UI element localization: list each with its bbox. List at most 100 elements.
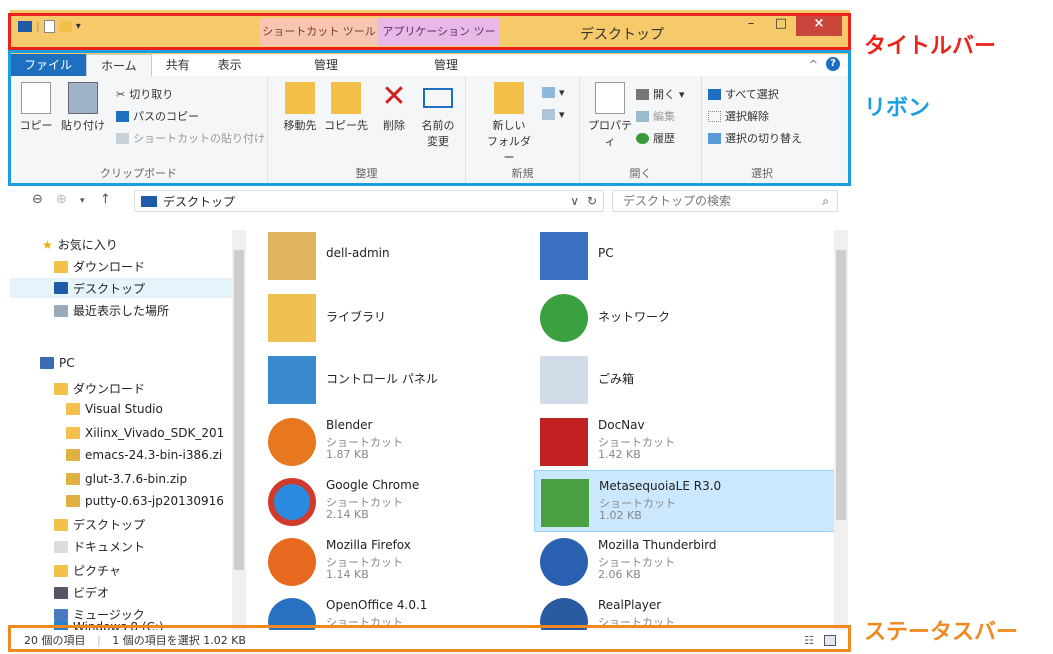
file-item-selected[interactable]: MetasequoiaLE R3.0 ショートカット 1.02 KB	[534, 470, 840, 532]
nav-desktop[interactable]: デスクトップ	[10, 278, 232, 298]
nav-label: ビデオ	[73, 586, 110, 600]
paste-shortcut-button[interactable]: ショートカットの貼り付け	[116, 130, 265, 146]
file-item[interactable]: ライブラリ	[250, 286, 520, 348]
tab-file[interactable]: ファイル	[10, 54, 87, 76]
open-icon	[636, 88, 649, 100]
large-icons-view-icon[interactable]	[824, 635, 836, 646]
close-button[interactable]: ×	[796, 14, 842, 36]
nav-label: emacs-24.3-bin-i386.zi	[85, 448, 223, 462]
file-item[interactable]: Google Chrome ショートカット 2.14 KB	[250, 470, 520, 532]
file-list: dell-admin PC ライブラリ ネットワーク コントロール パネル ごみ…	[250, 216, 850, 630]
pictures-icon	[54, 564, 68, 577]
maximize-button[interactable]: □	[766, 14, 796, 36]
new-folder-label-2: フォルダー	[487, 135, 531, 164]
invert-selection-label: 選択の切り替え	[725, 132, 802, 145]
nav-pictures[interactable]: ピクチャ	[54, 562, 121, 579]
file-item[interactable]: RealPlayer ショートカット	[522, 590, 792, 630]
file-item[interactable]: PC	[522, 224, 792, 286]
copy-path-button[interactable]: パスのコピー	[116, 108, 199, 124]
invert-selection-button[interactable]: 選択の切り替え	[708, 130, 802, 146]
expand-ribbon-icon[interactable]: ^	[809, 58, 818, 71]
file-item[interactable]: DocNav ショートカット 1.42 KB	[522, 410, 792, 472]
delete-button[interactable]: ✕ 削除	[376, 82, 412, 133]
details-view-icon[interactable]: ☷	[804, 630, 814, 652]
group-label-select: 選択	[751, 167, 773, 180]
window-icon[interactable]	[18, 21, 32, 32]
file-item[interactable]: ネットワーク	[522, 286, 792, 348]
file-item[interactable]: Mozilla Firefox ショートカット 1.14 KB	[250, 530, 520, 592]
item-name: コントロール パネル	[326, 372, 438, 386]
address-dropdown-icon[interactable]: ∨	[570, 194, 579, 208]
rename-button[interactable]: 名前の 変更	[416, 82, 460, 149]
file-item[interactable]: ごみ箱	[522, 348, 792, 410]
nav-favorites[interactable]: ★ お気に入り	[42, 236, 118, 253]
refresh-icon[interactable]: ↻	[587, 194, 597, 208]
docnav-icon	[540, 418, 588, 466]
customize-qat-icon[interactable]: ▾	[76, 21, 81, 32]
search-icon[interactable]: ⌕	[822, 191, 829, 211]
new-item-button[interactable]: ▾	[542, 86, 565, 99]
new-folder-icon[interactable]	[58, 21, 72, 32]
nav-scrollbar[interactable]	[232, 230, 246, 630]
nav-downloads[interactable]: ダウンロード	[54, 258, 145, 275]
history-icon	[636, 132, 649, 144]
nav-putty[interactable]: putty-0.63-jp20130916	[66, 494, 230, 508]
nav-recent-places[interactable]: 最近表示した場所	[54, 302, 169, 319]
content-scrollbar-thumb[interactable]	[836, 250, 846, 520]
file-item[interactable]: コントロール パネル	[250, 348, 520, 410]
content-scrollbar[interactable]	[834, 230, 848, 630]
back-icon[interactable]: ⊖	[32, 192, 43, 207]
address-box[interactable]: デスクトップ ∨ ↻	[134, 190, 604, 212]
recent-dropdown-icon[interactable]: ▾	[80, 196, 85, 206]
tab-share[interactable]: 共有	[152, 54, 204, 76]
tab-manage-shortcut[interactable]: 管理	[300, 54, 352, 76]
item-count: 20 個の項目	[24, 634, 86, 647]
nav-pc[interactable]: PC	[40, 356, 75, 370]
edit-button[interactable]: 編集	[636, 108, 675, 124]
search-input[interactable]: デスクトップの検索 ⌕	[612, 190, 838, 212]
history-button[interactable]: 履歴	[636, 130, 675, 146]
nav-pc-downloads[interactable]: ダウンロード	[54, 380, 145, 397]
up-arrow-icon[interactable]: ↑	[100, 192, 111, 207]
file-item[interactable]: Blender ショートカット 1.87 KB	[250, 410, 520, 472]
select-all-button[interactable]: すべて選択	[708, 86, 779, 102]
easy-access-button[interactable]: ▾	[542, 108, 565, 121]
tab-view[interactable]: 表示	[204, 54, 256, 76]
nav-pc-desktop[interactable]: デスクトップ	[54, 516, 145, 533]
zip-folder-icon	[66, 495, 80, 507]
move-label: 移動先	[283, 119, 317, 132]
nav-label: 最近表示した場所	[73, 304, 170, 318]
tab-home[interactable]: ホーム	[86, 54, 152, 76]
tab-manage-application[interactable]: 管理	[420, 54, 472, 76]
open-button[interactable]: 開く ▾	[636, 86, 685, 102]
file-item[interactable]: OpenOffice 4.0.1 ショートカット	[250, 590, 520, 630]
context-tab-shortcut-tools: ショートカット ツール	[260, 18, 378, 46]
paste-button[interactable]: 貼り付け	[60, 82, 106, 133]
cut-button[interactable]: ✂ 切り取り	[116, 86, 173, 102]
properties-icon[interactable]	[43, 20, 55, 33]
select-none-button[interactable]: 選択解除	[708, 108, 769, 124]
titlebar-annotation: タイトルバー	[864, 34, 997, 59]
file-item[interactable]: dell-admin	[250, 224, 520, 286]
file-item[interactable]: Mozilla Thunderbird ショートカット 2.06 KB	[522, 530, 792, 592]
nav-emacs-zip[interactable]: emacs-24.3-bin-i386.zi	[66, 448, 230, 462]
group-organize: 移動先 コピー先 ✕ 削除 名前の 変更 整理	[268, 76, 466, 184]
nav-visual-studio[interactable]: Visual Studio	[66, 402, 163, 416]
nav-xilinx[interactable]: Xilinx_Vivado_SDK_201	[66, 426, 230, 440]
copy-to-button[interactable]: コピー先	[324, 82, 368, 133]
nav-glut-zip[interactable]: glut-3.7.6-bin.zip	[66, 472, 187, 486]
properties-button[interactable]: プロパティ	[586, 82, 634, 149]
move-to-button[interactable]: 移動先	[280, 82, 320, 133]
forward-icon[interactable]: ⊕	[56, 192, 67, 207]
nav-videos[interactable]: ビデオ	[54, 584, 109, 601]
new-folder-icon	[494, 82, 524, 114]
help-icon[interactable]: ?	[826, 57, 840, 71]
nav-scrollbar-thumb[interactable]	[234, 250, 244, 570]
new-folder-button[interactable]: 新しい フォルダー	[484, 82, 534, 165]
ribbon-annotation: リボン	[864, 96, 931, 121]
minimize-button[interactable]: –	[736, 14, 766, 36]
copy-button[interactable]: コピー	[18, 82, 54, 133]
separator: |	[36, 20, 40, 33]
nav-documents[interactable]: ドキュメント	[54, 538, 145, 555]
nav-label: glut-3.7.6-bin.zip	[85, 472, 188, 486]
